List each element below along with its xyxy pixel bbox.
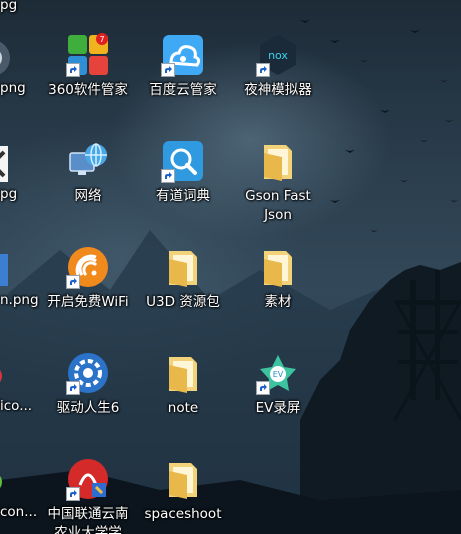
folder-icon <box>161 245 205 289</box>
nox-emulator-icon: nox <box>256 33 300 77</box>
shortcut-arrow-icon <box>66 63 80 77</box>
desktop-icon-u3d-assets-folder[interactable]: U3D 资源包 <box>135 245 231 345</box>
ev-recorder-icon: EV <box>256 351 300 395</box>
partial-desktop-icon[interactable] <box>0 460 14 504</box>
icon-label: 中国联通云南 农业大学学 <box>47 506 129 534</box>
app-icon <box>0 254 8 286</box>
desktop-icon-gson-fast-json-folder[interactable]: Gson Fast Json <box>230 139 326 239</box>
youdao-dictionary-icon <box>161 139 205 183</box>
folder-icon <box>256 139 300 183</box>
shortcut-arrow-icon <box>66 487 80 501</box>
partial-desktop-icon[interactable] <box>0 354 14 398</box>
icon-label: 360软件管家 <box>48 82 128 98</box>
folder-icon <box>256 245 300 289</box>
svg-text:nox: nox <box>268 49 288 62</box>
desktop-icon-driver-life[interactable]: 驱动人生6 <box>40 351 136 451</box>
shortcut-arrow-icon <box>66 275 80 289</box>
driver-life-icon <box>66 351 110 395</box>
partial-desktop-icon[interactable] <box>0 142 14 186</box>
desktop-icon-ev-recorder[interactable]: EV EV录屏 <box>230 351 326 451</box>
icon-label: 夜神模拟器 <box>244 82 312 98</box>
free-wifi-icon <box>66 245 110 289</box>
desktop-icon-materials-folder[interactable]: 素材 <box>230 245 326 345</box>
360-software-manager-icon: 7 <box>66 33 110 77</box>
desktop-icon-youdao-dictionary[interactable]: 有道词典 <box>135 139 231 239</box>
desktop-icon-360-software-manager[interactable]: 7 360软件管家 <box>40 33 136 133</box>
partial-desktop-label[interactable]: png <box>0 79 26 98</box>
desktop-icon-note-folder[interactable]: note <box>135 351 231 451</box>
partial-desktop-icon[interactable] <box>0 36 14 80</box>
icon-label: spaceshoot <box>144 506 222 522</box>
svg-text:EV: EV <box>273 370 284 379</box>
partial-file-label-top[interactable]: pg <box>0 0 17 15</box>
desktop-icon-baidu-cloud[interactable]: 百度云管家 <box>135 33 231 133</box>
icon-label: 百度云管家 <box>149 82 217 98</box>
desktop-icon-nox-emulator[interactable]: nox 夜神模拟器 <box>230 33 326 133</box>
folder-icon <box>161 457 205 501</box>
partial-desktop-label[interactable]: con... <box>0 503 37 522</box>
app-icon <box>0 370 2 382</box>
app-icon <box>0 146 8 182</box>
baidu-cloud-icon <box>161 33 205 77</box>
shortcut-arrow-icon <box>256 381 270 395</box>
partial-desktop-label[interactable]: ico... <box>0 397 32 416</box>
network-icon <box>66 139 110 183</box>
shortcut-arrow-icon <box>161 169 175 183</box>
icon-label: U3D 资源包 <box>146 294 220 310</box>
app-icon <box>0 41 10 75</box>
china-unicom-icon <box>66 457 110 501</box>
icon-label: 素材 <box>264 294 292 310</box>
shortcut-arrow-icon <box>256 63 270 77</box>
icon-label: 网络 <box>74 188 102 204</box>
partial-desktop-icon[interactable] <box>0 248 14 292</box>
partial-desktop-label[interactable]: pg <box>0 185 17 204</box>
icon-label: 开启免费WiFi <box>47 294 129 310</box>
app-icon <box>0 476 2 488</box>
icon-label: Gson Fast Json <box>245 188 311 223</box>
desktop-background: pg png pg n.png ico... con... 7 360软件管家 … <box>0 0 461 534</box>
desktop-icon-china-unicom[interactable]: 中国联通云南 农业大学学 <box>40 457 136 534</box>
icon-label: note <box>167 400 199 416</box>
desktop-icon-free-wifi[interactable]: 开启免费WiFi <box>40 245 136 345</box>
desktop-icon-spaceshoot-folder[interactable]: spaceshoot <box>135 457 231 534</box>
desktop-icon-network[interactable]: 网络 <box>40 139 136 239</box>
icon-label: 驱动人生6 <box>56 400 120 416</box>
shortcut-arrow-icon <box>66 381 80 395</box>
partial-desktop-label[interactable]: n.png <box>0 291 39 310</box>
icon-label: 有道词典 <box>156 188 210 204</box>
shortcut-arrow-icon <box>161 63 175 77</box>
folder-icon <box>161 351 205 395</box>
icon-label: EV录屏 <box>255 400 301 416</box>
badge-count: 7 <box>99 35 104 44</box>
